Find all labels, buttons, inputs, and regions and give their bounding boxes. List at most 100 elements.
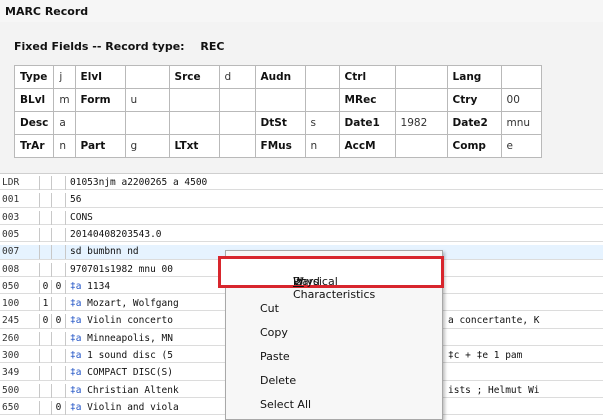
fixed-field-value[interactable]	[304, 65, 340, 89]
marc-indicator-1[interactable]: 1	[40, 297, 52, 312]
marc-indicator-1[interactable]	[40, 193, 52, 208]
marc-field-text: 01053njm a2200265 a 4500	[70, 177, 208, 188]
marc-indicator-1[interactable]	[40, 262, 52, 277]
fixed-field-value[interactable]: n	[304, 134, 340, 158]
marc-indicator-2[interactable]	[52, 331, 66, 346]
marc-indicator-1[interactable]	[40, 366, 52, 381]
marc-indicator-2[interactable]	[52, 227, 66, 242]
marc-field-row[interactable]: LDR 01053njm a2200265 a 4500	[0, 176, 603, 191]
fixed-field-value[interactable]: m	[53, 88, 76, 112]
marc-indicator-2[interactable]	[52, 366, 66, 381]
fixed-field-value[interactable]: mnu	[500, 111, 542, 135]
marc-indicator-1[interactable]	[40, 176, 52, 190]
fixed-field-label: Audn	[254, 65, 306, 89]
fixed-field-value[interactable]	[124, 65, 170, 89]
marc-indicator-1[interactable]	[40, 331, 52, 346]
subfield-delimiter: ‡a	[70, 332, 82, 344]
marc-field-text: Violin and viola	[81, 401, 179, 413]
marc-indicator-2[interactable]	[52, 245, 66, 260]
marc-field-data[interactable]: 56	[66, 193, 603, 207]
fixed-field-value[interactable]	[218, 88, 256, 112]
subfield-delimiter: ‡a	[70, 367, 82, 379]
marc-field-row[interactable]: 003 CONS	[0, 210, 603, 225]
physical-characteristics-wizard-menu-item[interactable]: Physical Characteristics Wizard	[218, 256, 444, 301]
marc-indicator-2[interactable]	[52, 176, 66, 190]
fixed-field-label: Desc	[13, 111, 55, 135]
marc-tag[interactable]: 500	[0, 383, 40, 398]
marc-tag[interactable]: 300	[0, 349, 40, 363]
delete-menu-item[interactable]: Delete	[226, 369, 442, 393]
marc-tag[interactable]: 003	[0, 210, 40, 225]
marc-tag[interactable]: 007	[0, 245, 40, 260]
fixed-fields-panel: Fixed Fields -- Record type: REC Type j El…	[0, 22, 603, 174]
marc-indicator-2[interactable]: 0	[52, 279, 66, 294]
marc-tag[interactable]: 650	[0, 400, 40, 415]
marc-tag[interactable]: 008	[0, 262, 40, 277]
marc-indicator-2[interactable]	[52, 193, 66, 208]
fixed-field-value[interactable]	[394, 65, 448, 89]
marc-field-text: Minneapolis, MN	[81, 332, 173, 344]
marc-indicator-1[interactable]	[40, 210, 52, 225]
paste-menu-item[interactable]: Paste	[226, 345, 442, 369]
copy-menu-item[interactable]: Copy	[226, 321, 442, 345]
marc-indicator-1[interactable]	[40, 227, 52, 242]
marc-indicator-1[interactable]: 0	[40, 314, 52, 329]
marc-field-data[interactable]: 01053njm a2200265 a 4500	[66, 176, 603, 190]
marc-field-text: CONS	[70, 211, 93, 223]
marc-field-text: 56	[70, 194, 82, 206]
marc-field-data[interactable]: CONS	[66, 211, 603, 225]
marc-field-row[interactable]: 005 20140408203543.0	[0, 227, 603, 243]
fixed-field-value[interactable]	[394, 88, 448, 112]
marc-indicator-1[interactable]	[40, 383, 52, 398]
select-all-menu-item[interactable]: Select All	[226, 393, 442, 417]
marc-indicator-1[interactable]	[40, 245, 52, 260]
fixed-field-value[interactable]: s	[304, 111, 340, 135]
marc-indicator-1[interactable]	[40, 349, 52, 363]
marc-tag[interactable]: 005	[0, 227, 40, 242]
marc-indicator-2[interactable]	[52, 262, 66, 277]
marc-tag[interactable]: 001	[0, 193, 40, 208]
fixed-field-value[interactable]	[218, 111, 256, 135]
subfield-delimiter: ‡a	[70, 280, 82, 292]
fixed-field-value[interactable]: n	[53, 134, 76, 158]
marc-tag[interactable]: 050	[0, 279, 40, 294]
fixed-field-value[interactable]: a	[53, 111, 76, 135]
marc-tag[interactable]: 349	[0, 366, 40, 381]
fixed-field-value[interactable]: u	[124, 88, 170, 112]
fixed-field-value[interactable]: g	[124, 134, 170, 158]
marc-tag[interactable]: 245	[0, 314, 40, 329]
subfield-delimiter: ‡a	[70, 350, 82, 361]
fixed-field-label: BLvl	[13, 88, 55, 112]
fixed-field-value[interactable]	[304, 88, 340, 112]
fixed-field-value[interactable]	[124, 111, 170, 135]
fixed-fields-table: Type j ElvI Srce d Audn Ctrl Lang BLvl m Form u MRec…	[13, 65, 542, 158]
marc-indicator-2[interactable]	[52, 210, 66, 225]
marc-indicator-1[interactable]: 0	[40, 279, 52, 294]
fixed-field-label: FMus	[254, 134, 306, 158]
fixed-field-value[interactable]: j	[53, 65, 76, 89]
fixed-field-value[interactable]: e	[500, 134, 542, 158]
marc-field-data[interactable]: 20140408203543.0	[66, 228, 603, 242]
marc-tag[interactable]: 260	[0, 331, 40, 346]
marc-field-text: 970701s1982 mnu 00	[70, 263, 173, 275]
marc-indicator-2[interactable]	[52, 383, 66, 398]
fixed-field-value[interactable]: 1982	[394, 111, 448, 135]
fixed-field-label: Part	[74, 134, 126, 158]
marc-indicator-1[interactable]	[40, 400, 52, 415]
fixed-field-value[interactable]	[218, 134, 256, 158]
fixed-field-value[interactable]	[500, 65, 542, 89]
fixed-field-value[interactable]: d	[218, 65, 256, 89]
marc-indicator-2[interactable]	[52, 349, 66, 363]
marc-field-row[interactable]: 001 56	[0, 193, 603, 208]
fixed-field-label: AccM	[338, 134, 396, 158]
fixed-field-value[interactable]: 00	[500, 88, 542, 112]
marc-indicator-2[interactable]: 0	[52, 314, 66, 329]
subfield-delimiter: ‡a	[70, 298, 82, 310]
marc-indicator-2[interactable]: 0	[52, 400, 66, 415]
fixed-field-label: Srce	[168, 65, 220, 89]
marc-tag[interactable]: 100	[0, 297, 40, 312]
fixed-field-value[interactable]	[394, 134, 448, 158]
subfield-delimiter: ‡a	[70, 384, 82, 396]
marc-indicator-2[interactable]	[52, 297, 66, 312]
marc-tag[interactable]: LDR	[0, 176, 40, 190]
